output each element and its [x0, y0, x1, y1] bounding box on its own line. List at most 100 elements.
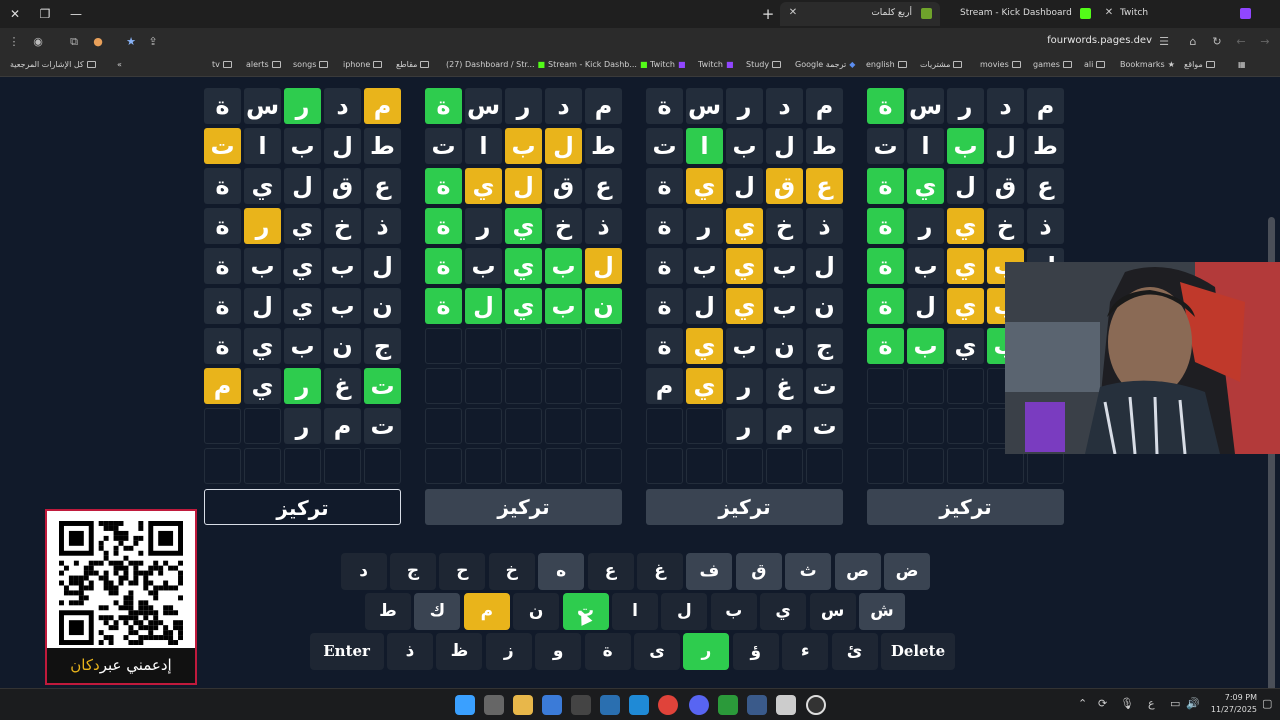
bookmark-item[interactable]: movies: [980, 60, 1021, 69]
keyboard-key[interactable]: ا: [612, 593, 658, 630]
keyboard-key[interactable]: ه: [538, 553, 585, 590]
restore-window-icon[interactable]: ❐: [35, 4, 55, 24]
edge-icon[interactable]: [629, 695, 649, 715]
close-tab-icon[interactable]: ✕: [1102, 6, 1116, 20]
mic-icon[interactable]: 🎙: [1120, 697, 1134, 710]
bookmark-item[interactable]: Twitch ■: [650, 60, 686, 69]
keyboard-key[interactable]: ض: [884, 553, 930, 590]
url-field[interactable]: fourwords.pages.dev: [1040, 35, 1152, 46]
keyboard-key[interactable]: ظ: [436, 633, 483, 670]
store-icon[interactable]: [542, 695, 562, 715]
keyboard-key[interactable]: ث: [785, 553, 832, 590]
keyboard-key[interactable]: ن: [513, 593, 560, 630]
extensions-icon[interactable]: ⧉: [65, 33, 83, 51]
menu-icon[interactable]: ⋮: [5, 33, 23, 51]
discord-icon[interactable]: [689, 695, 709, 715]
keyboard-key[interactable]: ء: [782, 633, 829, 670]
keyboard-key[interactable]: ز: [485, 633, 532, 670]
file-explorer-icon[interactable]: [513, 695, 533, 715]
minimize-window-icon[interactable]: —: [66, 4, 86, 24]
delete-key[interactable]: Delete: [881, 633, 955, 670]
keyboard-key[interactable]: س: [809, 593, 856, 630]
bookmark-item[interactable]: Twitch ■: [698, 60, 734, 69]
notifications-icon[interactable]: ▢: [1262, 697, 1272, 710]
tab-kick-dashboard[interactable]: Stream - Kick Dashboard: [940, 2, 1095, 26]
keyboard-key[interactable]: ع: [587, 553, 634, 590]
keyboard-key[interactable]: خ: [488, 553, 535, 590]
board-focus-button[interactable]: تركيز: [204, 489, 401, 525]
share-icon[interactable]: ⇪: [144, 33, 162, 51]
task-view-icon[interactable]: [484, 695, 504, 715]
new-tab-button[interactable]: +: [758, 4, 778, 24]
keyboard-key[interactable]: ط: [365, 593, 411, 630]
keyboard-key[interactable]: ة: [584, 633, 631, 670]
obs-icon[interactable]: [806, 695, 826, 715]
bookmark-item[interactable]: tv: [212, 60, 232, 69]
bookmark-item[interactable]: كل الإشارات المرجعية: [10, 60, 96, 69]
bookmark-item[interactable]: مواقع: [1184, 60, 1215, 69]
bookmark-item[interactable]: games: [1033, 60, 1072, 69]
sync-icon[interactable]: ⟳: [1098, 697, 1107, 710]
tray-overflow-icon[interactable]: ⌃: [1078, 697, 1087, 710]
bookmark-item[interactable]: Stream - Kick Dashb... ■: [548, 60, 648, 69]
extension-icon[interactable]: ●: [89, 33, 107, 51]
board-focus-button[interactable]: تركيز: [646, 489, 843, 525]
keyboard-key[interactable]: و: [535, 633, 582, 670]
keyboard-key[interactable]: ل: [661, 593, 708, 630]
bookmark-item[interactable]: Google ترجمة ◆: [795, 60, 855, 69]
bookmarks-overflow-icon[interactable]: «: [117, 60, 122, 69]
keyboard-key[interactable]: ح: [439, 553, 486, 590]
app-icon[interactable]: [571, 695, 591, 715]
forward-icon[interactable]: ←: [1232, 33, 1250, 51]
keyboard-key[interactable]: ف: [686, 553, 733, 590]
bookmark-item[interactable]: Bookmarks ★: [1120, 60, 1175, 69]
close-tab-icon[interactable]: ✕: [786, 6, 800, 20]
home-icon[interactable]: ⌂: [1184, 33, 1202, 51]
start-icon[interactable]: [455, 695, 475, 715]
bookmark-item[interactable]: songs: [293, 60, 329, 69]
close-window-icon[interactable]: ✕: [5, 4, 25, 24]
keyboard-key[interactable]: ذ: [387, 633, 433, 670]
keyboard-key[interactable]: ك: [414, 593, 461, 630]
chrome-icon[interactable]: [658, 695, 678, 715]
language-icon[interactable]: ع: [1148, 697, 1155, 710]
clock[interactable]: 7:09 PM 11/27/2025: [1205, 692, 1257, 716]
keyboard-key[interactable]: ى: [634, 633, 680, 670]
keyboard-key[interactable]: ش: [859, 593, 905, 630]
keyboard-key[interactable]: د: [340, 553, 387, 590]
keyboard-key[interactable]: ب: [710, 593, 757, 630]
bookmark-star-icon[interactable]: ★: [122, 33, 140, 51]
board-focus-button[interactable]: تركيز: [867, 489, 1064, 525]
bookmark-item[interactable]: alerts: [246, 60, 281, 69]
keyboard-key[interactable]: م: [463, 593, 510, 630]
back-icon[interactable]: →: [1256, 33, 1274, 51]
keyboard-key[interactable]: غ: [637, 553, 683, 590]
profile-icon[interactable]: ◉: [29, 33, 47, 51]
tab-twitch[interactable]: ✕ Twitch: [1100, 2, 1255, 26]
keyboard-key[interactable]: ج: [390, 553, 436, 590]
bookmark-item[interactable]: مشتريات: [920, 60, 963, 69]
board-focus-button[interactable]: تركيز: [425, 489, 622, 525]
keyboard-key[interactable]: ص: [834, 553, 881, 590]
app-icon[interactable]: [776, 695, 796, 715]
bookmark-item[interactable]: Study: [746, 60, 782, 69]
bookmark-item[interactable]: (27) Dashboard / Str... ■: [446, 60, 545, 69]
bookmark-item[interactable]: english: [866, 60, 907, 69]
bookmark-item[interactable]: iphone: [343, 60, 383, 69]
network-icon[interactable]: ▭: [1170, 697, 1180, 710]
xbox-icon[interactable]: [718, 695, 738, 715]
site-settings-icon[interactable]: ☰: [1155, 33, 1173, 51]
keyboard-key[interactable]: ق: [735, 553, 782, 590]
keyboard-key[interactable]: ؤ: [732, 633, 779, 670]
steam-icon[interactable]: [600, 695, 620, 715]
keyboard-key[interactable]: ي: [760, 593, 807, 630]
bookmark-item[interactable]: مقاطع: [396, 60, 430, 69]
app-icon[interactable]: [747, 695, 767, 715]
volume-icon[interactable]: 🔊: [1186, 697, 1200, 710]
enter-key[interactable]: Enter: [309, 633, 384, 670]
keyboard-key[interactable]: ئ: [831, 633, 878, 670]
bookmark-item[interactable]: ali: [1084, 60, 1106, 69]
keyboard-key[interactable]: ر: [683, 633, 730, 670]
tab-fourwords[interactable]: ✕ أربع كلمات: [780, 2, 940, 26]
close-tab-icon[interactable]: [939, 6, 953, 20]
